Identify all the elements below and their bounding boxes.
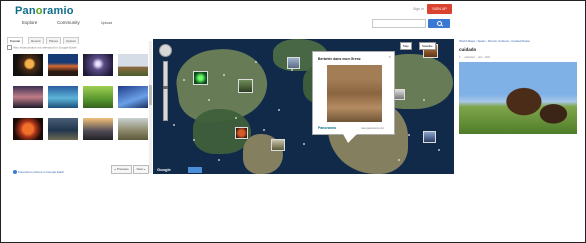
google-earth-checkbox[interactable]: Also show photos not selected for Google…	[7, 45, 76, 50]
popup-credit: www.panoramio.com	[361, 127, 385, 130]
photo-thumbnail[interactable]	[118, 54, 148, 76]
previous-page-button[interactable]: « Previous	[111, 165, 132, 174]
world-map[interactable]: Map Satellite	[153, 39, 454, 174]
map-pan-control[interactable]	[159, 44, 172, 57]
search-input[interactable]	[372, 19, 426, 28]
popup-title: Berbérie dans mon Grenz	[318, 57, 361, 61]
map-marker[interactable]	[291, 69, 293, 71]
map-info-popup: Berbérie dans mon Grenz × Panoramio www.…	[312, 51, 395, 143]
map-marker[interactable]	[278, 109, 280, 111]
map-type-satellite-button[interactable]: Satellite	[419, 42, 436, 50]
map-photo-thumbnail[interactable]	[193, 71, 208, 85]
photo-thumbnail[interactable]	[13, 86, 43, 108]
header: Panoramio Explore Community Upload Sign …	[1, 1, 458, 32]
tab-popular[interactable]: Popular	[7, 37, 24, 44]
map-photo-thumbnail[interactable]	[235, 127, 248, 139]
map-marker[interactable]	[173, 124, 175, 126]
google-logo: Google	[157, 167, 171, 172]
map-photo-thumbnail[interactable]	[287, 57, 300, 69]
tab-upload[interactable]: Upload	[63, 37, 79, 44]
photo-thumbnail[interactable]	[118, 118, 148, 140]
map-footer: Google	[153, 167, 454, 174]
browser-page: Panoramio Explore Community Upload Sign …	[0, 0, 586, 243]
google-earth-icon	[13, 170, 17, 175]
map-marker[interactable]	[183, 79, 185, 81]
scrollbar-thumb[interactable]	[149, 85, 152, 105]
photo-detail-panel: World Maps › Spain › Rincón Cultural › C…	[459, 37, 579, 177]
photo-thumbnail[interactable]	[48, 118, 78, 140]
map-marker[interactable]	[398, 159, 400, 161]
map-photo-thumbnail[interactable]	[271, 139, 285, 151]
photo-list-scrollbar[interactable]	[149, 41, 152, 173]
map-type-map-button[interactable]: Map	[400, 42, 412, 50]
breadcrumb[interactable]: World Maps › Spain › Rincón Cultural › C…	[459, 39, 530, 43]
zoom-slider-knob[interactable]	[163, 86, 168, 89]
photo-thumbnail[interactable]	[83, 118, 113, 140]
map-photo-thumbnail[interactable]	[423, 131, 436, 143]
map-marker[interactable]	[423, 99, 425, 101]
photo-list-panel: Popular Recent Places Upload Also show p…	[7, 37, 151, 177]
photo-thumbnail[interactable]	[13, 118, 43, 140]
map-marker[interactable]	[208, 99, 210, 101]
search-icon	[437, 21, 442, 26]
upload-link[interactable]: Upload	[101, 21, 112, 25]
sign-in-link[interactable]: Sign in	[413, 7, 424, 11]
tab-places[interactable]: Places	[46, 37, 62, 44]
popup-photo[interactable]	[327, 65, 382, 122]
map-marker[interactable]	[223, 74, 225, 76]
map-marker[interactable]	[438, 149, 440, 151]
photo-meta: © ... uploaded ... pics · 2021	[459, 56, 491, 59]
photo-thumbnail[interactable]	[13, 54, 43, 76]
tab-recent[interactable]: Recent	[28, 37, 44, 44]
nav-explore[interactable]: Explore	[22, 20, 37, 25]
photo-thumbnail[interactable]	[83, 86, 113, 108]
nav-community[interactable]: Community	[57, 20, 80, 25]
map-marker[interactable]	[255, 61, 257, 63]
popup-panoramio-logo[interactable]: Panoramio	[318, 126, 336, 130]
google-earth-link[interactable]: Panoramio photos in Google Earth	[13, 170, 64, 175]
next-page-button[interactable]: Next »	[133, 165, 149, 174]
sign-up-button[interactable]: SIGN UP	[427, 4, 452, 14]
map-marker[interactable]	[193, 139, 195, 141]
close-icon[interactable]: ×	[389, 54, 391, 59]
map-action-button[interactable]	[188, 167, 202, 173]
photo-thumbnail[interactable]	[118, 86, 148, 108]
photo-thumbnail[interactable]	[48, 86, 78, 108]
map-marker[interactable]	[408, 134, 410, 136]
map-marker[interactable]	[218, 159, 220, 161]
photo-thumbnail[interactable]	[48, 54, 78, 76]
map-marker[interactable]	[263, 129, 265, 131]
search-button[interactable]	[428, 19, 450, 28]
panoramio-logo[interactable]: Panoramio	[15, 5, 74, 17]
photo-thumbnail[interactable]	[83, 54, 113, 76]
checkbox-icon	[7, 45, 12, 50]
photo-title: cuidado	[459, 47, 477, 52]
map-marker[interactable]	[303, 143, 305, 145]
map-photo-thumbnail[interactable]	[238, 79, 253, 93]
map-marker[interactable]	[235, 117, 237, 119]
selected-photo[interactable]	[459, 62, 577, 134]
map-zoom-slider[interactable]	[163, 61, 168, 121]
